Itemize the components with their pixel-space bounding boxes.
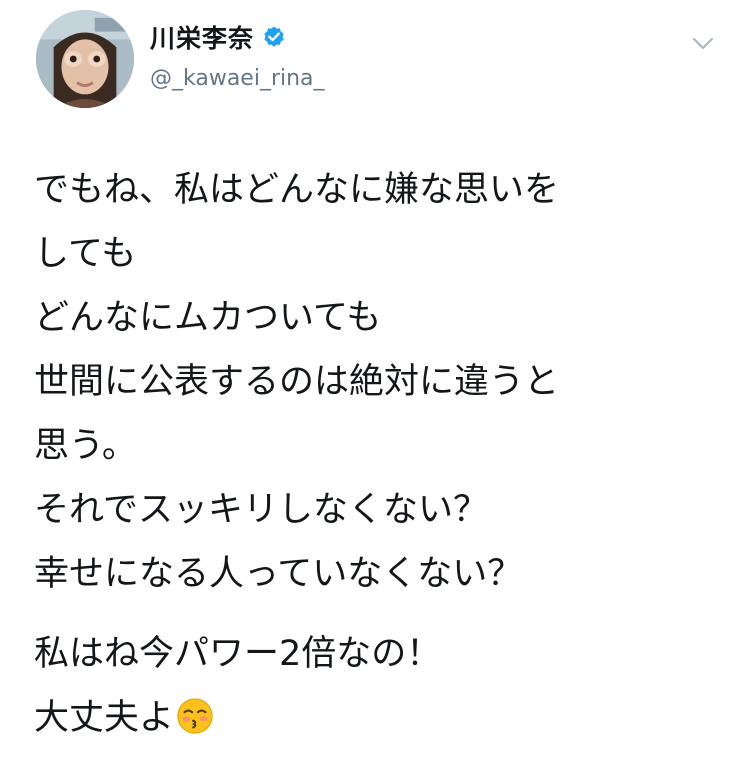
tweet-line: どんなにムカついても xyxy=(34,298,382,338)
verified-badge-icon xyxy=(262,25,286,49)
chevron-down-icon[interactable] xyxy=(692,36,714,50)
tweet-line: 世間に公表するのは絶対に違うと xyxy=(34,362,560,402)
tweet-line: 幸せになる人っていなくない？ xyxy=(34,554,523,594)
tweet-line: 私はね今パワー2倍なの！ xyxy=(34,634,442,674)
tweet-text: でもね、私はどんなに嫌な思いを しても どんなにムカついても 世間に公表するのは… xyxy=(34,158,714,750)
tweet-line: それでスッキリしなくない？ xyxy=(34,490,488,530)
tweet-line: でもね、私はどんなに嫌な思いを xyxy=(34,170,560,210)
name-row: 川栄李奈 xyxy=(150,20,325,54)
tweet-line-last: 大丈夫よ xyxy=(34,686,714,750)
kissing-face-emoji-icon xyxy=(176,692,214,734)
tweet-card: 川栄李奈 @_kawaei_rina_ でもね、私はどんなに嫌な思いを しても … xyxy=(0,0,729,759)
avatar[interactable] xyxy=(36,10,134,108)
tweet-line: 思う。 xyxy=(34,426,137,466)
tweet-line-text: 大丈夫よ xyxy=(34,698,175,738)
avatar-photo xyxy=(36,10,134,108)
display-name[interactable]: 川栄李奈 xyxy=(150,19,254,55)
user-handle[interactable]: @_kawaei_rina_ xyxy=(150,66,325,91)
tweet-header: 川栄李奈 @_kawaei_rina_ xyxy=(150,20,325,91)
tweet-line: しても xyxy=(34,234,137,274)
